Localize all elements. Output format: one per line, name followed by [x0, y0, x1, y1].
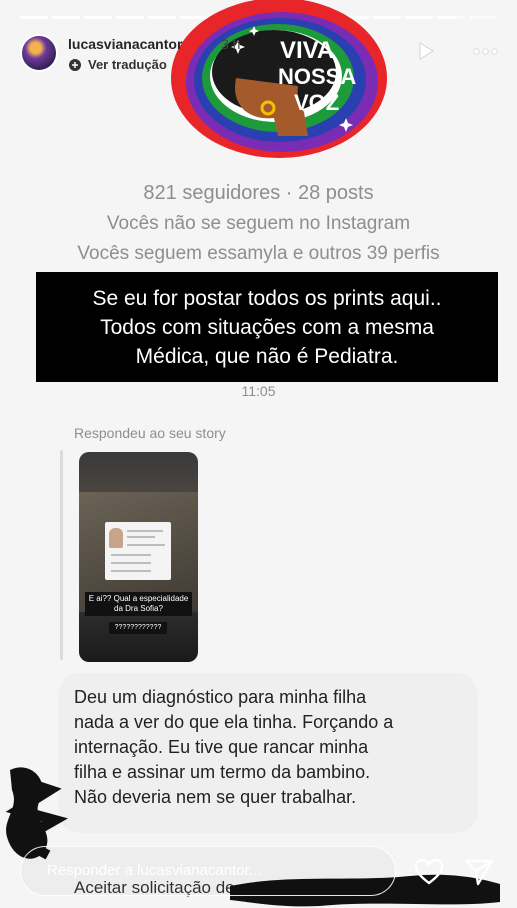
caption-line: Todos com situações com a mesma	[100, 316, 434, 339]
heart-icon[interactable]	[414, 858, 444, 886]
play-icon[interactable]	[417, 42, 435, 60]
id-card-image	[105, 522, 171, 580]
reply-input[interactable]	[45, 861, 379, 880]
message-line: Deu um diagnóstico para minha filha	[74, 687, 367, 707]
message-line: Não deveria nem se quer trabalhar.	[74, 787, 357, 807]
caption-line: Médica, que não é Pediatra.	[135, 345, 399, 368]
username[interactable]: lucasvianacantor	[68, 36, 182, 52]
translate-icon	[69, 58, 81, 71]
send-icon[interactable]	[464, 858, 494, 886]
avatar[interactable]	[20, 34, 58, 72]
profile-stats: 821 seguidores · 28 posts	[143, 182, 374, 204]
progress-segment	[436, 16, 465, 19]
thumbnail-answer: ????????????	[109, 622, 167, 634]
progress-segment	[468, 16, 497, 19]
progress-segment	[116, 16, 145, 19]
progress-segment	[20, 16, 49, 19]
caption-line: Se eu for postar todos os prints aqui..	[92, 287, 442, 310]
sticker-text-voz: VOZ	[294, 90, 339, 115]
follow-status: Vocês não se seguem no Instagram	[106, 213, 411, 234]
message-timestamp: 11:05	[241, 383, 276, 399]
message-line: filha e assinar um termo da bambino.	[74, 762, 371, 782]
mutual-followers: Vocês seguem essamyla e outros 39 perfis	[77, 243, 440, 264]
translate-label: Ver tradução	[88, 57, 167, 72]
message-line: internação. Eu tive que rancar minha	[74, 737, 369, 757]
story-header: lucasvianacantor 3 h Ver tradução	[20, 34, 497, 74]
progress-segment	[84, 16, 113, 19]
story-caption: Se eu for postar todos os prints aqui.. …	[36, 272, 498, 382]
replied-to-story-label: Respondeu ao seu story	[74, 425, 226, 441]
progress-segment	[404, 16, 433, 19]
message-bubble: Deu um diagnóstico para minha filha nada…	[58, 673, 478, 833]
reply-input-box[interactable]	[20, 846, 396, 896]
translate-link[interactable]: Ver tradução	[68, 57, 167, 72]
progress-segment	[52, 16, 81, 19]
story-thumbnail[interactable]: E ai?? Qual a especialidade da Dra Sofia…	[79, 452, 198, 662]
story-viewer: VIVA NOSSA VOZ lucasvianacantor 3 h Ver …	[0, 0, 517, 908]
viva-nossa-voz-sticker: VIVA NOSSA VOZ	[171, 0, 387, 158]
message-line: nada a ver do que ela tinha. Forçando a	[74, 712, 394, 732]
reply-indicator-bar	[60, 450, 63, 660]
more-options-icon[interactable]	[467, 44, 497, 58]
thumbnail-question: E ai?? Qual a especialidade da Dra Sofia…	[85, 592, 192, 616]
post-time: 3 h	[221, 36, 241, 52]
